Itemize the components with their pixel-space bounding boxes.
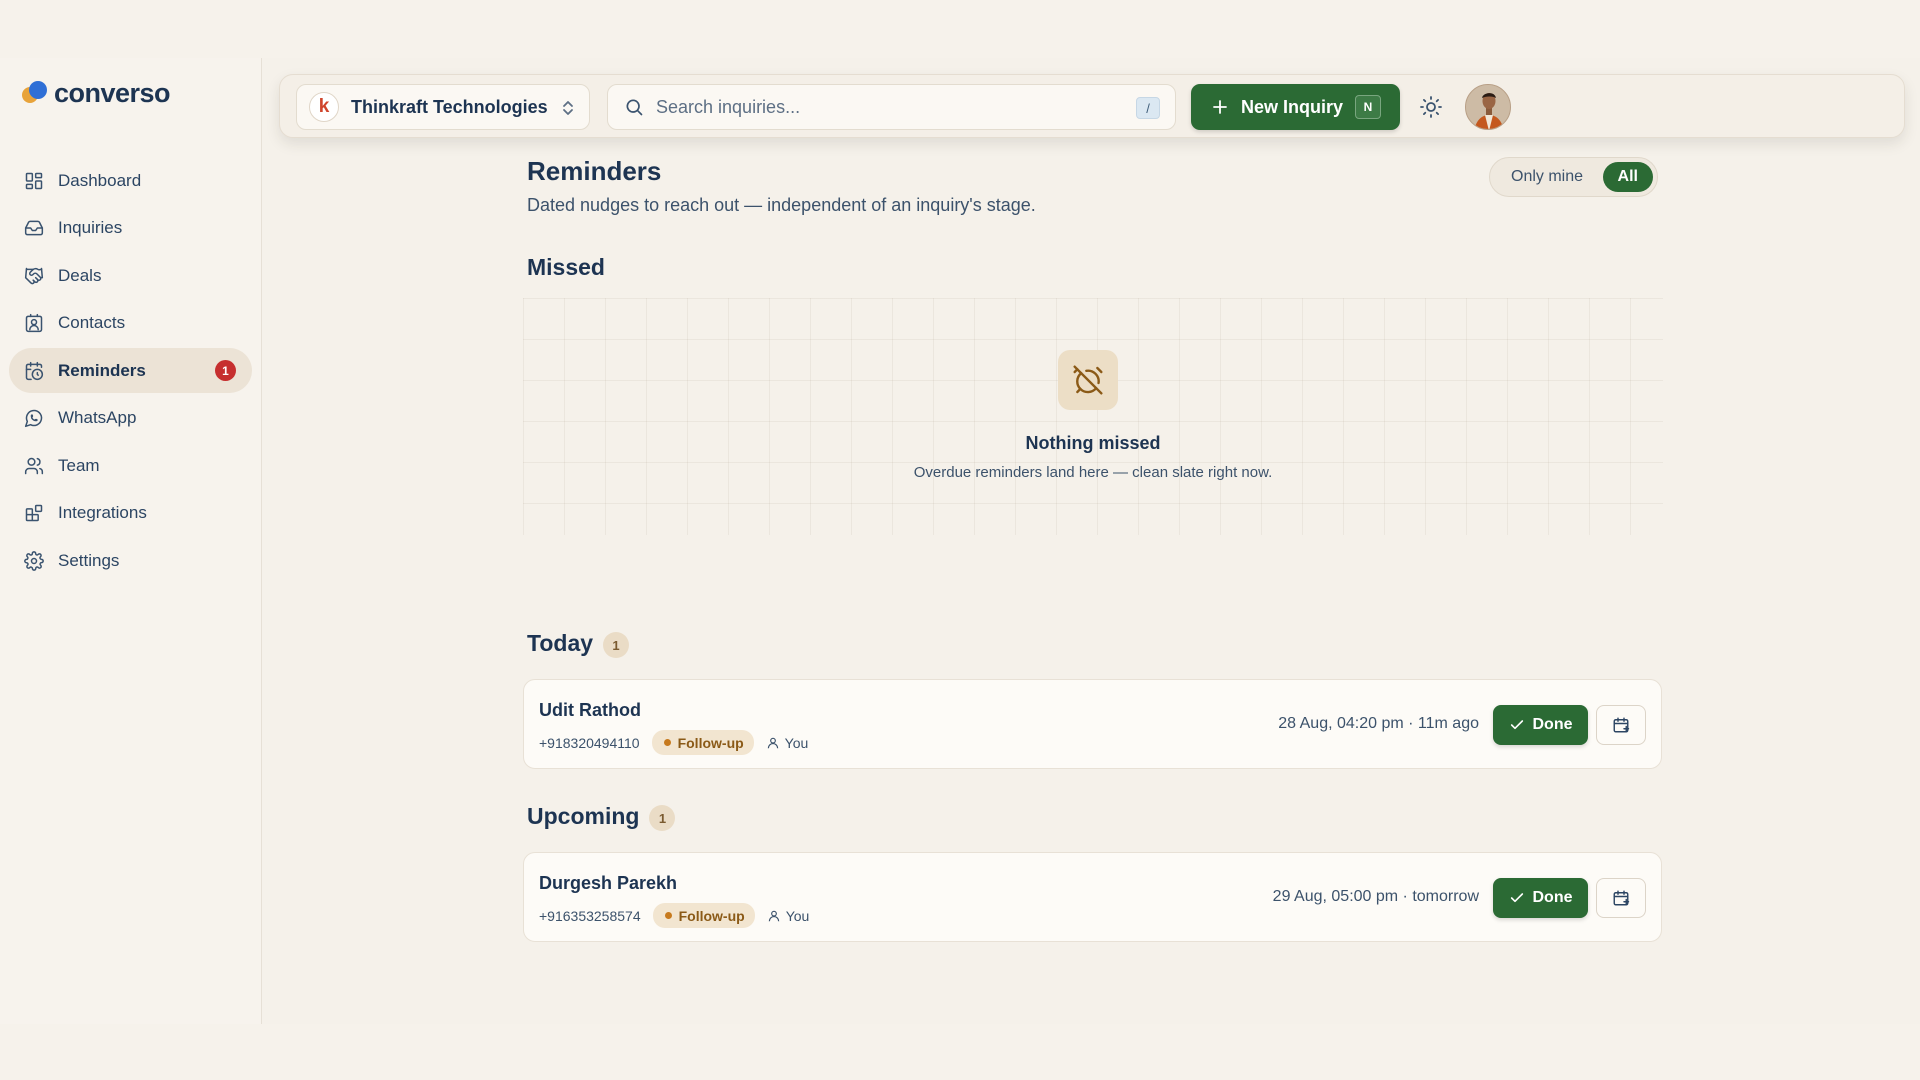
reminder-type-tag: Follow-up: [652, 903, 755, 928]
sidebar-item-label: Settings: [58, 550, 120, 570]
sidebar-item-label: Team: [58, 455, 100, 475]
alarm-off-icon: [1058, 350, 1118, 410]
sidebar-item-deals[interactable]: Deals: [9, 253, 252, 298]
reschedule-button[interactable]: [1596, 878, 1646, 918]
user-avatar[interactable]: [1465, 84, 1511, 130]
search-shortcut-key: /: [1136, 97, 1160, 119]
logo-mark-icon: [22, 80, 48, 107]
org-name: Thinkraft Technologies: [351, 96, 548, 117]
sidebar-item-integrations[interactable]: Integrations: [9, 491, 252, 536]
sidebar-item-label: Deals: [58, 265, 102, 285]
brand-logo[interactable]: converso: [22, 78, 171, 109]
new-inquiry-shortcut-key: N: [1355, 95, 1382, 119]
reminder-datetime: 28 Aug, 04:20 pm · 11m ago: [1278, 715, 1479, 732]
new-inquiry-button[interactable]: New Inquiry N: [1191, 84, 1400, 130]
reminder-owner: You: [767, 907, 810, 924]
dashboard-icon: [25, 172, 43, 189]
owner-label: You: [785, 907, 810, 924]
section-title-missed: Missed: [527, 254, 605, 281]
sidebar-item-dashboard[interactable]: Dashboard: [9, 158, 252, 203]
brand-name: converso: [54, 78, 171, 108]
check-icon: [1510, 720, 1523, 730]
sidebar-item-label: Contacts: [58, 313, 126, 332]
user-icon: [768, 910, 779, 921]
owner-filter-toggle: Only mine All: [1489, 157, 1658, 197]
page-subtitle: Dated nudges to reach out — independent …: [527, 195, 1036, 215]
gear-icon: [24, 550, 44, 571]
contact-name[interactable]: Udit Rathod: [539, 700, 641, 721]
reminder-owner: You: [766, 734, 809, 751]
sidebar-item-team[interactable]: Team: [9, 443, 252, 488]
reschedule-button[interactable]: [1596, 705, 1646, 745]
section-title-text: Upcoming: [527, 803, 640, 829]
reminder-meta: +918320494110 Follow-up You: [539, 730, 808, 755]
missed-empty-state: Nothing missed Overdue reminders land he…: [523, 298, 1663, 535]
section-count-badge: 1: [649, 805, 676, 831]
done-button[interactable]: Done: [1493, 705, 1588, 745]
sidebar: converso Dashboard Inquiries Deals Conta…: [0, 58, 262, 1024]
inbox-icon: [24, 220, 44, 236]
empty-state-subtitle: Overdue reminders land here — clean slat…: [913, 464, 1273, 481]
sidebar-nav: Dashboard Inquiries Deals Contacts Remin…: [9, 158, 252, 586]
app-shell: converso Dashboard Inquiries Deals Conta…: [0, 58, 1920, 1024]
tag-label: Follow-up: [677, 734, 744, 751]
contact-phone: +916353258574: [539, 907, 641, 924]
handshake-icon: [24, 267, 44, 284]
whatsapp-icon: [24, 409, 43, 428]
sidebar-item-settings[interactable]: Settings: [9, 538, 252, 583]
sidebar-item-reminders[interactable]: Reminders 1: [9, 348, 252, 393]
section-title-today: Today 1: [527, 629, 630, 658]
blocks-icon: [25, 504, 43, 522]
sidebar-item-label: Integrations: [58, 503, 147, 522]
sidebar-item-whatsapp[interactable]: WhatsApp: [9, 396, 252, 441]
owner-label: You: [784, 734, 809, 751]
user-icon: [767, 737, 778, 748]
reminders-count-badge: 1: [215, 360, 236, 381]
search-box[interactable]: /: [607, 84, 1176, 130]
section-count-badge: 1: [603, 632, 630, 658]
chevron-up-down-icon: [563, 101, 573, 115]
section-title-upcoming: Upcoming 1: [527, 802, 676, 831]
calendar-plus-icon: [1613, 717, 1630, 733]
tag-dot-icon: [663, 739, 671, 746]
search-icon: [626, 99, 643, 116]
filter-option-only-mine[interactable]: Only mine: [1494, 168, 1598, 186]
sun-icon[interactable]: [1419, 95, 1443, 119]
calendar-plus-icon: [1613, 890, 1630, 906]
reminder-type-tag: Follow-up: [651, 730, 754, 755]
tag-label: Follow-up: [678, 907, 745, 924]
contact-card-icon: [25, 313, 43, 333]
reminder-meta: +916353258574 Follow-up You: [539, 903, 809, 928]
page-title: Reminders: [527, 156, 662, 186]
users-icon: [24, 457, 44, 474]
done-button[interactable]: Done: [1493, 878, 1588, 918]
sidebar-item-label: Reminders: [58, 360, 146, 380]
section-title-text: Today: [527, 630, 594, 656]
sidebar-item-label: Inquiries: [58, 218, 123, 237]
org-switcher[interactable]: k Thinkraft Technologies: [296, 84, 590, 130]
reminder-datetime: 29 Aug, 05:00 pm · tomorrow: [1272, 888, 1479, 905]
sidebar-item-label: Dashboard: [58, 170, 142, 190]
org-avatar: k: [309, 92, 339, 122]
tag-dot-icon: [664, 912, 672, 919]
reminder-card[interactable]: Udit Rathod +918320494110 Follow-up You …: [523, 679, 1662, 769]
reminder-card[interactable]: Durgesh Parekh +916353258574 Follow-up Y…: [523, 852, 1662, 942]
sidebar-item-inquiries[interactable]: Inquiries: [9, 206, 252, 251]
search-input[interactable]: [656, 96, 1126, 118]
check-icon: [1510, 893, 1523, 903]
section-title-text: Missed: [527, 254, 605, 280]
empty-state-title: Nothing missed: [1025, 433, 1161, 453]
contact-phone: +918320494110: [539, 734, 640, 751]
user-photo-icon: [1466, 85, 1510, 129]
new-inquiry-label: New Inquiry: [1241, 96, 1344, 117]
sidebar-item-contacts[interactable]: Contacts: [9, 301, 252, 346]
filter-option-all[interactable]: All: [1602, 162, 1653, 192]
contact-name[interactable]: Durgesh Parekh: [539, 873, 677, 894]
calendar-clock-icon: [25, 361, 44, 380]
plus-icon: [1213, 100, 1227, 114]
done-label: Done: [1532, 889, 1573, 906]
top-bar: k Thinkraft Technologies / New Inquiry N: [279, 74, 1905, 138]
done-label: Done: [1532, 716, 1573, 733]
sidebar-item-label: WhatsApp: [58, 408, 137, 427]
